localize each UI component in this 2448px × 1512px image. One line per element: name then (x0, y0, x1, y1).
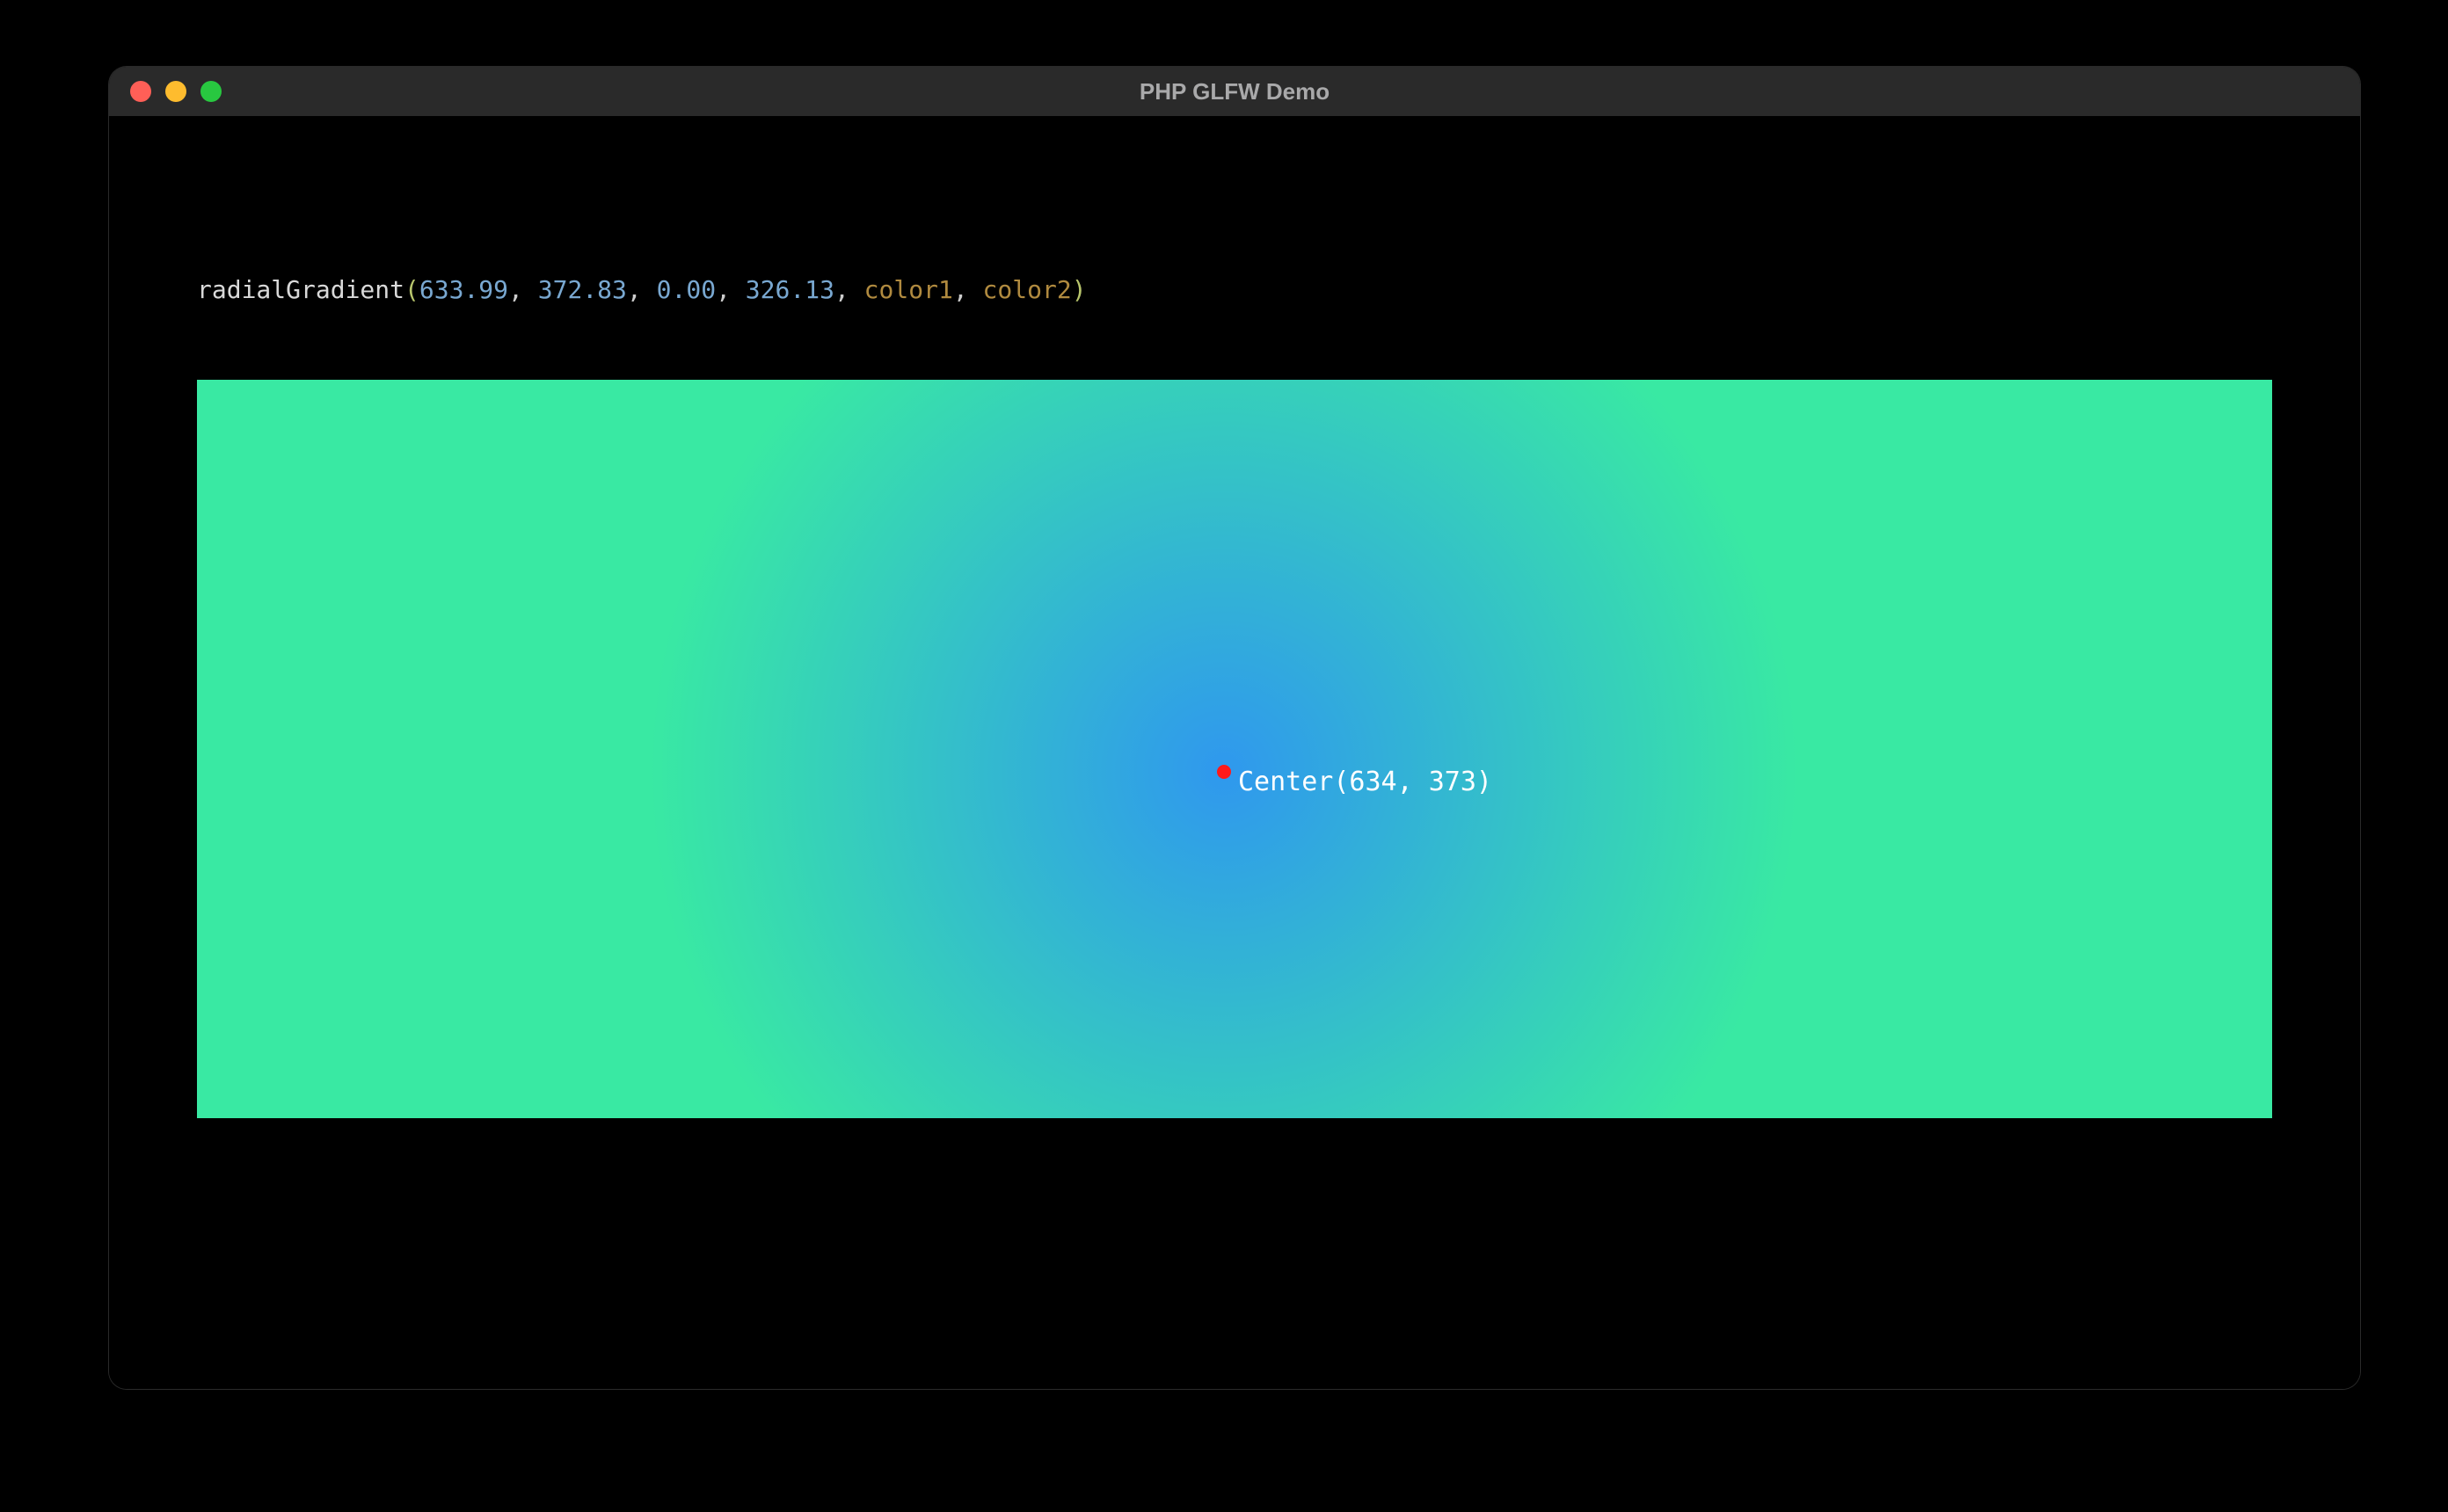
content-area: radialGradient(633.99, 372.83, 0.00, 326… (109, 116, 2360, 1389)
traffic-lights (109, 81, 222, 102)
code-comma: , (627, 275, 657, 304)
window-title: PHP GLFW Demo (109, 78, 2360, 105)
titlebar[interactable]: PHP GLFW Demo (109, 67, 2360, 116)
code-comma: , (716, 275, 746, 304)
code-paren-close: ) (1072, 275, 1087, 304)
center-label: Center(634, 373) (1238, 767, 1492, 797)
close-icon[interactable] (130, 81, 151, 102)
code-ident: color2 (983, 275, 1072, 304)
code-arg: 633.99 (419, 275, 508, 304)
maximize-icon[interactable] (200, 81, 222, 102)
code-comma: , (834, 275, 864, 304)
code-paren-open: ( (404, 275, 419, 304)
code-fn: radialGradient (197, 275, 404, 304)
code-arg: 326.13 (746, 275, 834, 304)
gradient-rect (197, 380, 2272, 1118)
code-ident: color1 (864, 275, 953, 304)
code-line-1: radialGradient(633.99, 372.83, 0.00, 326… (197, 265, 1087, 315)
code-arg: 0.00 (657, 275, 716, 304)
minimize-icon[interactable] (165, 81, 186, 102)
center-marker-icon (1217, 765, 1231, 779)
code-arg: 372.83 (538, 275, 627, 304)
app-window: PHP GLFW Demo radialGradient(633.99, 372… (109, 67, 2360, 1389)
code-comma: , (953, 275, 983, 304)
code-comma: , (508, 275, 538, 304)
